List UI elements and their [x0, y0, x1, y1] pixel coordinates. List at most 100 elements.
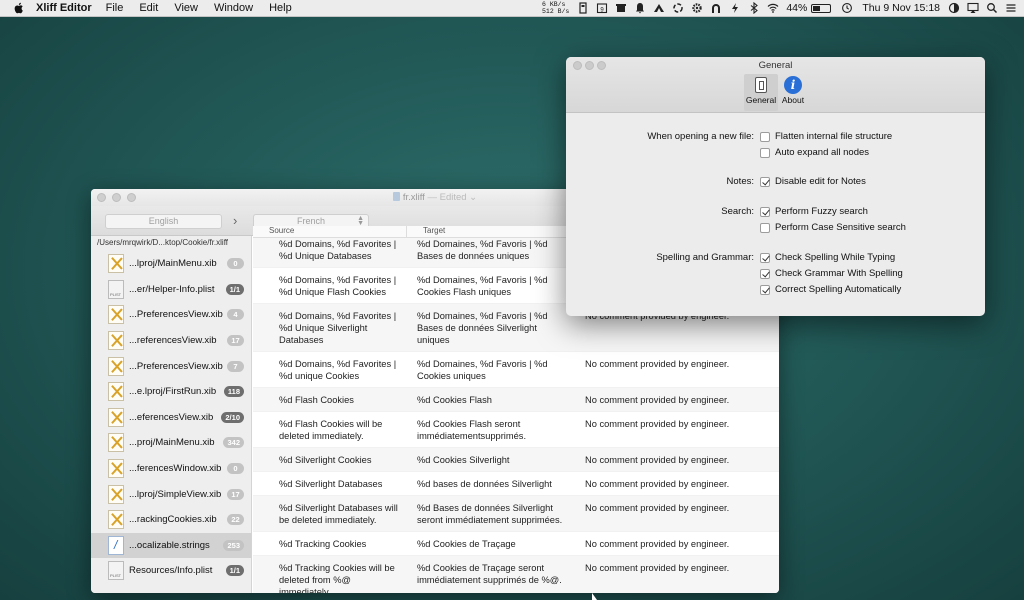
- vpn-arch-icon[interactable]: [710, 2, 722, 14]
- source-language-field[interactable]: English: [105, 214, 222, 229]
- untranslated-count-badge: 253: [223, 539, 244, 551]
- table-row[interactable]: %d Flash Cookies will be deleted immedia…: [253, 412, 779, 448]
- battery-percent[interactable]: 44%: [786, 2, 807, 14]
- file-list-item[interactable]: ...lproj/MainMenu.xib 0: [91, 251, 251, 277]
- note-cell: No comment provided by engineer.: [585, 479, 730, 489]
- menu-view[interactable]: View: [174, 2, 198, 14]
- checkbox-correct-spelling-auto[interactable]: Correct Spelling Automatically: [760, 284, 901, 295]
- zoom-button[interactable]: [127, 193, 136, 202]
- table-row[interactable]: %d Silverlight Databases will be deleted…: [253, 496, 779, 532]
- apple-menu-icon[interactable]: [12, 1, 26, 15]
- airplay-icon[interactable]: [967, 2, 979, 14]
- table-row[interactable]: %d Silverlight Cookies %d Cookies Silverl…: [253, 448, 779, 472]
- wifi-icon[interactable]: [767, 2, 779, 14]
- file-list-item[interactable]: PLIST Resources/Info.plist 1/1: [91, 558, 251, 584]
- checkbox-flatten-structure[interactable]: Flatten internal file structure: [760, 131, 892, 142]
- source-cell: %d Flash Cookies: [279, 395, 354, 405]
- checkbox-box[interactable]: [760, 284, 770, 295]
- menu-clock[interactable]: Thu 9 Nov 15:18: [862, 2, 940, 14]
- note-cell: No comment provided by engineer.: [585, 455, 730, 465]
- file-list-item[interactable]: ...referencesView.xib 17: [91, 328, 251, 354]
- target-cell[interactable]: %d Domaines, %d Favoris | %d Cookies uni…: [407, 352, 573, 387]
- target-cell[interactable]: %d Cookies de Traçage: [407, 532, 573, 555]
- edited-indicator[interactable]: — Edited ⌄: [427, 192, 477, 203]
- checkbox-disable-notes-edit[interactable]: Disable edit for Notes: [760, 176, 866, 187]
- checkbox-auto-expand[interactable]: Auto expand all nodes: [760, 147, 869, 158]
- select-stepper-icon: ▲ ▼: [357, 215, 364, 227]
- checkbox-box[interactable]: [760, 268, 770, 279]
- menu-file[interactable]: File: [106, 2, 124, 14]
- table-row[interactable]: %d Tracking Cookies will be deleted from…: [253, 556, 779, 593]
- file-list-item[interactable]: ...lproj/SimpleView.xib 17: [91, 481, 251, 507]
- target-cell[interactable]: %d Domaines, %d Favoris | %d Bases de do…: [407, 304, 573, 351]
- menu-window[interactable]: Window: [214, 2, 253, 14]
- close-button[interactable]: [97, 193, 106, 202]
- xib-file-icon: [108, 305, 124, 325]
- bluetooth-icon[interactable]: [748, 2, 760, 14]
- file-list-item[interactable]: ...eferencesView.xib 2/10: [91, 405, 251, 431]
- untranslated-count-badge: 1/1: [225, 565, 244, 577]
- tab-about[interactable]: i About: [776, 74, 810, 111]
- column-header-source[interactable]: Source: [253, 226, 407, 237]
- untranslated-count-badge: 17: [227, 488, 244, 500]
- memory-icon[interactable]: [577, 2, 589, 14]
- target-cell[interactable]: %d Domaines, %d Favoris | %d Bases de do…: [407, 238, 573, 267]
- plist-file-icon: PLIST: [108, 561, 124, 581]
- checkbox-fuzzy-search[interactable]: Perform Fuzzy search: [760, 206, 868, 217]
- target-cell[interactable]: %d bases de données Silverlight: [407, 472, 573, 495]
- menu-edit[interactable]: Edit: [139, 2, 158, 14]
- spotlight-search-icon[interactable]: [986, 2, 998, 14]
- app-name-menu[interactable]: Xliff Editor: [36, 2, 92, 14]
- dark-mode-icon[interactable]: [948, 2, 960, 14]
- network-speed-monitor[interactable]: 6 KB/s 512 B/s: [542, 1, 569, 15]
- target-cell[interactable]: %d Domaines, %d Favoris | %d Cookies Fla…: [407, 268, 573, 303]
- target-cell[interactable]: %d Bases de données Silverlight seront i…: [407, 496, 573, 531]
- bird-icon[interactable]: [653, 2, 665, 14]
- file-list-item[interactable]: ...ocalizable.strings253: [91, 532, 251, 559]
- column-header-target[interactable]: Target: [407, 226, 573, 237]
- checkbox-box[interactable]: [760, 222, 770, 233]
- target-cell[interactable]: %d Cookies Silverlight: [407, 448, 573, 471]
- calendar-icon[interactable]: 9: [596, 2, 608, 14]
- file-list-item[interactable]: PLIST ...er/Helper-Info.plist 1/1: [91, 277, 251, 303]
- file-list-item[interactable]: ...rackingCookies.xib 22: [91, 507, 251, 533]
- untranslated-count-badge: 0: [227, 258, 244, 270]
- time-machine-icon[interactable]: [841, 2, 853, 14]
- checkbox-grammar-with-spelling[interactable]: Check Grammar With Spelling: [760, 268, 903, 279]
- plist-icon-label: PLIST: [110, 573, 122, 579]
- target-cell[interactable]: %d Cookies Flash seront immédiatementsup…: [407, 412, 573, 447]
- bell-icon[interactable]: [634, 2, 646, 14]
- checkbox-case-sensitive-search[interactable]: Perform Case Sensitive search: [760, 222, 906, 233]
- bolt-icon[interactable]: [729, 2, 741, 14]
- checkbox-box[interactable]: [760, 206, 770, 217]
- table-row[interactable]: %d Tracking Cookies %d Cookies de Traçage…: [253, 532, 779, 556]
- battery-icon[interactable]: [811, 3, 832, 13]
- checkbox-spelling-while-typing[interactable]: Check Spelling While Typing: [760, 252, 895, 263]
- source-cell: %d Domains, %d Favorites | %d Unique Sil…: [279, 311, 397, 345]
- checkbox-box[interactable]: [760, 147, 770, 158]
- sync-icon[interactable]: [672, 2, 684, 14]
- tab-general[interactable]: General: [744, 74, 778, 111]
- menu-help[interactable]: Help: [269, 2, 292, 14]
- target-cell[interactable]: %d Cookies Flash: [407, 388, 573, 411]
- switch-icon: [755, 77, 767, 93]
- file-list-item[interactable]: ...PreferencesView.xib 7: [91, 353, 251, 379]
- checkbox-box[interactable]: [760, 131, 770, 142]
- box-icon[interactable]: [615, 2, 627, 14]
- table-row[interactable]: %d Domains, %d Favorites | %d unique Coo…: [253, 352, 779, 388]
- table-row[interactable]: %d Flash Cookies %d Cookies Flash No comme…: [253, 388, 779, 412]
- document-icon: [392, 192, 400, 201]
- gear-icon[interactable]: [691, 2, 703, 14]
- file-list-item[interactable]: ...proj/MainMenu.xib 342: [91, 430, 251, 456]
- target-cell[interactable]: %d Cookies de Traçage seront immédiateme…: [407, 556, 573, 593]
- notification-center-icon[interactable]: [1005, 2, 1017, 14]
- file-list-item[interactable]: ...PreferencesView.xib 4: [91, 302, 251, 328]
- table-row[interactable]: %d Silverlight Databases %d bases de donn…: [253, 472, 779, 496]
- untranslated-count-badge: 118: [223, 386, 244, 398]
- checkbox-box[interactable]: [760, 252, 770, 263]
- checkbox-box[interactable]: [760, 176, 770, 187]
- file-list-item[interactable]: ...ferencesWindow.xib 0: [91, 456, 251, 482]
- file-list-item[interactable]: ...e.lproj/FirstRun.xib 118: [91, 379, 251, 405]
- minimize-button[interactable]: [112, 193, 121, 202]
- label-spelling-grammar: Spelling and Grammar:: [656, 252, 754, 263]
